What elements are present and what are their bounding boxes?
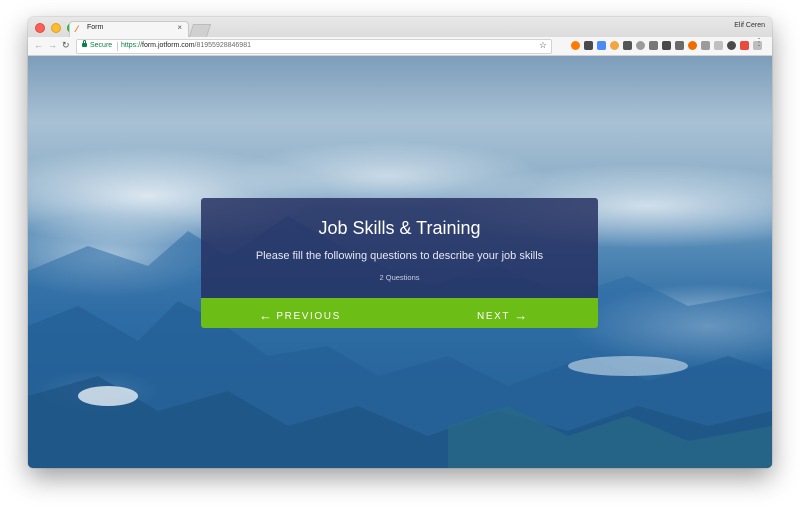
browser-menu-icon[interactable]: ⋮ <box>754 38 764 48</box>
form-background: Job Skills & Training Please fill the fo… <box>28 56 772 468</box>
extension-icon[interactable] <box>610 41 619 50</box>
previous-button[interactable]: ← PREVIOUS <box>259 307 341 323</box>
url-text[interactable]: https://form.jotform.com/81955928846981 <box>121 42 251 49</box>
extension-icon[interactable] <box>714 41 723 50</box>
address-separator <box>117 42 118 51</box>
form-welcome-card: Job Skills & Training Please fill the fo… <box>201 198 598 328</box>
reload-icon[interactable]: ↻ <box>62 40 70 51</box>
jotform-favicon-icon: ⁄ <box>76 24 78 34</box>
new-tab-button[interactable] <box>188 24 212 37</box>
extension-icon[interactable] <box>688 41 697 50</box>
secure-label: Secure <box>90 42 113 49</box>
extension-icon[interactable] <box>740 41 749 50</box>
extension-icon[interactable] <box>649 41 658 50</box>
profile-name[interactable]: Elif Ceren <box>734 22 765 29</box>
extension-icon[interactable] <box>675 41 684 50</box>
next-label: NEXT <box>477 311 510 322</box>
next-button[interactable]: NEXT → <box>477 307 528 323</box>
address-bar[interactable]: Secure https://form.jotform.com/81955928… <box>76 39 552 54</box>
url-host: form.jotform.com <box>142 42 195 49</box>
arrow-left-icon: ← <box>259 308 272 323</box>
extension-icon[interactable] <box>701 41 710 50</box>
welcome-header: Job Skills & Training Please fill the fo… <box>201 198 598 298</box>
extension-icon[interactable] <box>623 41 632 50</box>
extension-icon[interactable] <box>584 41 593 50</box>
lock-icon <box>82 40 87 47</box>
extension-icon[interactable] <box>727 41 736 50</box>
form-title: Job Skills & Training <box>318 218 481 238</box>
extension-icon[interactable] <box>662 41 671 50</box>
url-path: /81955928846981 <box>194 42 251 49</box>
tab-bar: ⁄ Form × Elif Ceren <box>28 17 772 38</box>
tab-close-icon[interactable]: × <box>177 23 182 32</box>
arrow-right-icon: → <box>514 308 528 323</box>
back-arrow-icon[interactable]: ← <box>34 40 43 50</box>
tab-form[interactable]: ⁄ Form × <box>69 21 189 38</box>
browser-window: ⁄ Form × Elif Ceren ← → ↻ Secure https:/… <box>28 17 772 468</box>
forward-arrow-icon[interactable]: → <box>48 40 57 50</box>
bookmark-star-icon[interactable]: ☆ <box>539 40 547 51</box>
extension-icon[interactable] <box>597 41 606 50</box>
url-scheme: https:// <box>121 42 143 49</box>
previous-label: PREVIOUS <box>276 311 341 322</box>
extension-icon[interactable] <box>571 41 580 50</box>
close-window-button[interactable] <box>35 23 45 33</box>
extension-icons <box>571 41 762 50</box>
extension-icon[interactable] <box>636 41 645 50</box>
browser-toolbar: ← → ↻ Secure https://form.jotform.com/81… <box>28 37 772 56</box>
question-count: 2 Questions <box>379 273 420 282</box>
tab-title: Form <box>87 24 104 31</box>
navigation-bar: ← PREVIOUS NEXT → <box>201 298 598 328</box>
form-description: Please fill the following questions to d… <box>255 250 544 262</box>
minimize-window-button[interactable] <box>51 23 61 33</box>
